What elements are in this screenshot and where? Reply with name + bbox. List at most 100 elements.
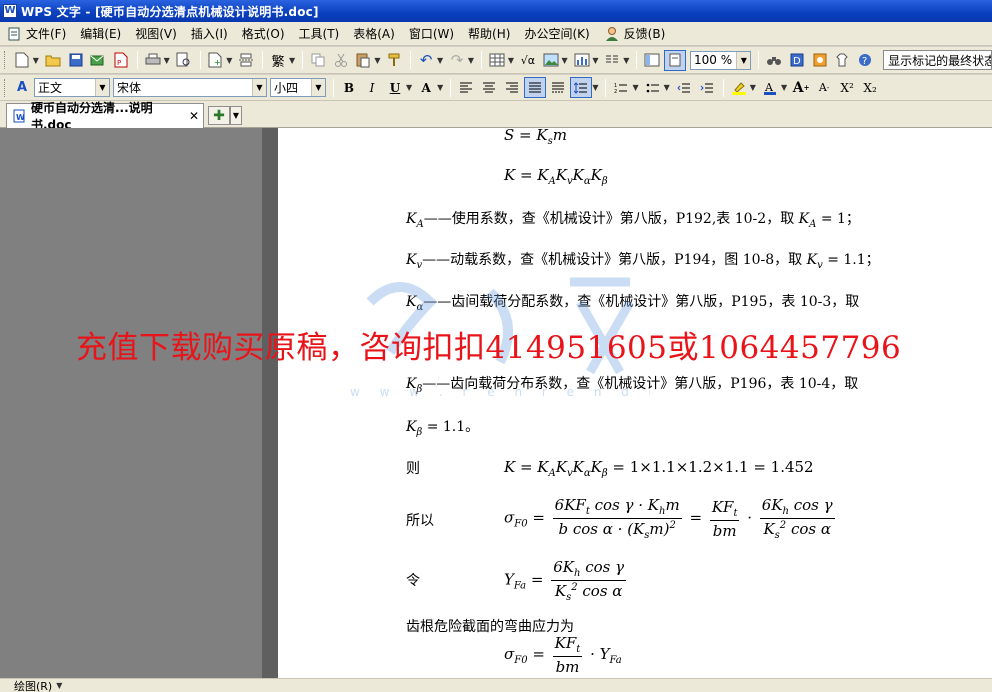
close-icon[interactable]: ✕: [189, 109, 199, 123]
new-tab-button[interactable]: ✚: [208, 106, 230, 125]
cut-icon[interactable]: [330, 50, 352, 71]
insert-picture-icon[interactable]: [540, 50, 562, 71]
subscript-button[interactable]: X₂: [859, 77, 881, 98]
font-select[interactable]: 宋体 ▼: [113, 78, 267, 97]
chevron-down-icon[interactable]: ▼: [632, 83, 638, 92]
template-icon[interactable]: [809, 50, 831, 71]
open-folder-icon[interactable]: [42, 50, 64, 71]
insert-chart-icon[interactable]: [571, 50, 593, 71]
font-color-icon[interactable]: A: [759, 77, 781, 98]
document-tab[interactable]: W 硬币自动分选清...说明书.doc ✕: [6, 101, 204, 132]
menu-office-space[interactable]: 办公空间(K): [524, 25, 589, 42]
equation-icon[interactable]: √α: [517, 50, 539, 71]
menu-feedback[interactable]: 反馈(B): [604, 25, 665, 42]
help-question-icon[interactable]: ?: [854, 50, 876, 71]
highlight-pen-icon[interactable]: [728, 77, 750, 98]
chevron-down-icon[interactable]: ▼: [508, 56, 514, 65]
chevron-down-icon[interactable]: ▼: [437, 56, 443, 65]
bulleted-list-icon[interactable]: [642, 77, 664, 98]
chevron-down-icon[interactable]: ▼: [226, 56, 232, 65]
menu-view[interactable]: 视图(V): [135, 25, 177, 42]
justify-icon[interactable]: [524, 77, 547, 98]
font-size-select[interactable]: 小四 ▼: [270, 78, 326, 97]
menu-window[interactable]: 窗口(W): [409, 25, 454, 42]
toolbar-grip[interactable]: [4, 51, 7, 69]
format-painter-icon[interactable]: [384, 50, 406, 71]
chevron-down-icon[interactable]: ▼: [311, 79, 325, 96]
increase-indent-icon[interactable]: [696, 77, 718, 98]
chevron-down-icon[interactable]: ▼: [374, 56, 380, 65]
show-markup-icon[interactable]: [664, 49, 686, 71]
print-preview-icon[interactable]: [173, 50, 195, 71]
numbered-list-icon[interactable]: 12: [610, 77, 632, 98]
columns-icon[interactable]: [602, 50, 624, 71]
insert-table-icon[interactable]: [486, 50, 508, 71]
menu-format[interactable]: 格式(O): [242, 25, 285, 42]
chevron-down-icon[interactable]: ▼: [623, 56, 629, 65]
toolbar-grip[interactable]: [4, 78, 7, 97]
draw-menu[interactable]: 绘图(R): [14, 679, 52, 692]
chevron-down-icon[interactable]: ▼: [781, 83, 787, 92]
menu-help[interactable]: 帮助(H): [468, 25, 510, 42]
markup-view-select[interactable]: 显示标记的最终状态: [883, 50, 992, 70]
undo-icon[interactable]: ↶: [415, 50, 437, 71]
new-document-icon[interactable]: [11, 50, 33, 71]
chevron-down-icon[interactable]: ▼: [164, 56, 170, 65]
chevron-down-icon[interactable]: ▼: [289, 56, 295, 65]
align-right-icon[interactable]: [501, 77, 523, 98]
zoom-select[interactable]: 100 % ▼: [689, 50, 752, 70]
skin-shirt-icon[interactable]: [832, 50, 854, 71]
chevron-down-icon[interactable]: ▼: [750, 83, 756, 92]
traditional-chinese-icon[interactable]: 繁: [267, 50, 289, 71]
export-pdf-icon[interactable]: P: [110, 50, 132, 71]
insert-page-icon[interactable]: +: [205, 50, 227, 71]
distributed-align-icon[interactable]: [547, 77, 569, 98]
menu-insert[interactable]: 插入(I): [191, 25, 228, 42]
chevron-down-icon[interactable]: ▼: [592, 56, 598, 65]
style-select[interactable]: 正文 ▼: [34, 78, 110, 97]
document-page[interactable]: S = Ksm K = KAKvKαKβ KA——使用系数，查《机械设计》第八版…: [278, 128, 992, 678]
chevron-down-icon[interactable]: ▼: [468, 56, 474, 65]
superscript-button[interactable]: X²: [836, 77, 858, 98]
underline-button[interactable]: U: [384, 77, 406, 98]
tab-list-button[interactable]: ▼: [230, 106, 242, 125]
chevron-down-icon[interactable]: ▼: [406, 83, 412, 92]
menu-tools[interactable]: 工具(T): [299, 25, 340, 42]
page-break-icon[interactable]: [235, 50, 257, 71]
chevron-down-icon[interactable]: ▼: [664, 83, 670, 92]
chevron-down-icon[interactable]: ▼: [252, 79, 266, 96]
align-left-icon[interactable]: [455, 77, 477, 98]
document-map-icon[interactable]: [641, 50, 663, 71]
chevron-down-icon[interactable]: ▼: [437, 83, 443, 92]
chevron-down-icon[interactable]: ▼: [561, 56, 567, 65]
redo-icon[interactable]: ↷: [446, 50, 468, 71]
find-binoculars-icon[interactable]: [763, 50, 785, 71]
bold-button[interactable]: B: [338, 77, 360, 98]
wps-app-icon[interactable]: W: [3, 4, 17, 18]
decrease-indent-icon[interactable]: [673, 77, 695, 98]
shrink-font-icon[interactable]: A-: [813, 77, 835, 98]
chevron-down-icon[interactable]: ▼: [592, 83, 598, 92]
grow-font-icon[interactable]: A +: [790, 77, 812, 98]
menu-file[interactable]: 文件(F): [26, 25, 66, 42]
paste-icon[interactable]: [353, 50, 375, 71]
line-spacing-icon[interactable]: [570, 77, 593, 98]
email-icon[interactable]: [87, 50, 109, 71]
styles-pane-icon[interactable]: A: [11, 77, 33, 98]
document-menu-icon[interactable]: [6, 26, 22, 42]
chevron-down-icon[interactable]: ▼: [33, 56, 39, 65]
help-book-icon[interactable]: D: [786, 50, 808, 71]
print-icon[interactable]: [142, 50, 164, 71]
copy-icon[interactable]: [307, 50, 329, 71]
menu-edit[interactable]: 编辑(E): [80, 25, 121, 42]
chevron-down-icon[interactable]: ▼: [95, 79, 109, 96]
chevron-down-icon: ▼: [232, 111, 240, 120]
chevron-down-icon[interactable]: ▼: [736, 51, 751, 69]
text-effects-icon[interactable]: A: [415, 77, 437, 98]
chevron-down-icon[interactable]: ▼: [56, 681, 62, 690]
save-icon[interactable]: [65, 50, 87, 71]
align-center-icon[interactable]: [478, 77, 500, 98]
formula-yfa: YFa = 6Kh cos γ Ks2 cos α: [504, 558, 627, 603]
italic-button[interactable]: I: [361, 77, 383, 98]
menu-table[interactable]: 表格(A): [353, 25, 395, 42]
